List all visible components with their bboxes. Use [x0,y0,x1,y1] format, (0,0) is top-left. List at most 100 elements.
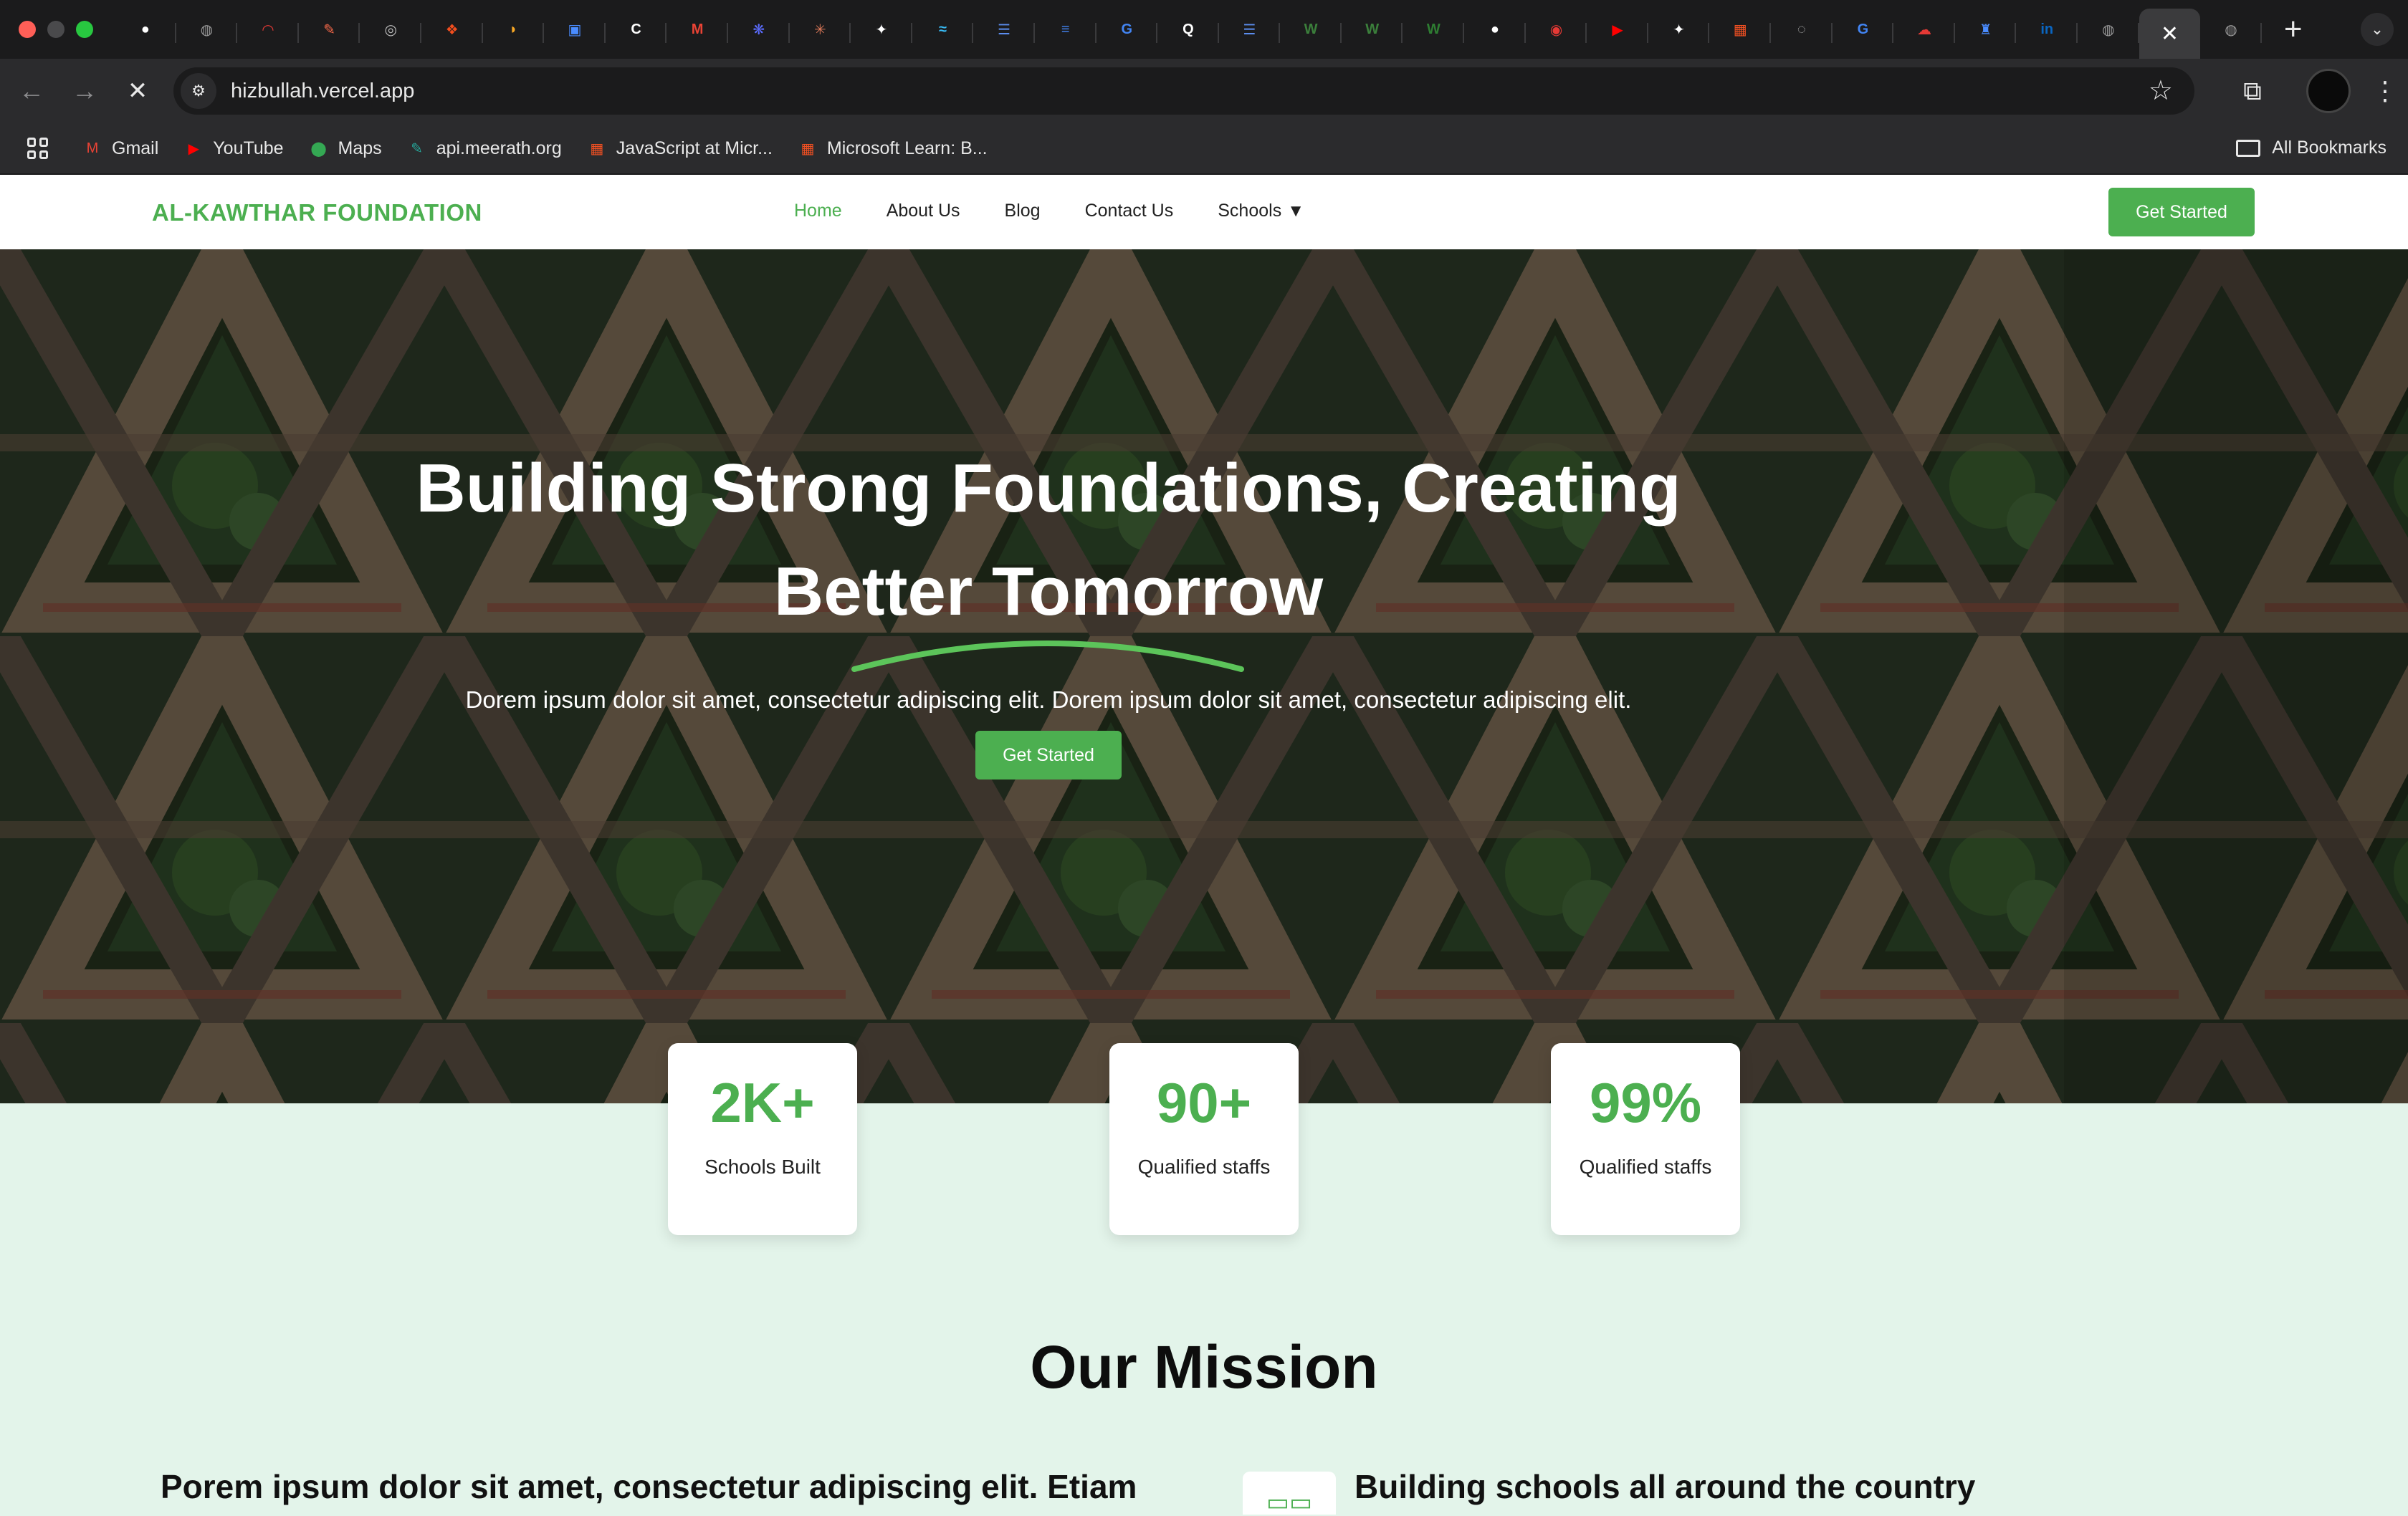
browser-tab[interactable]: ▣ [544,7,606,52]
extensions-button[interactable]: ⧉ [2235,76,2270,107]
nav-links: Home About Us Blog Contact Us Schools ▼ [794,201,1349,221]
close-icon: ✕ [127,77,148,105]
browser-tab-strip: ● ◍ ◠ ✎ ◎ ❖ ◗ ▣ C M ❋ ✳ ✦ ≈ ☰ ≡ G Q ☰ W W W ● ◉ ▶ ✦ ▦ ◌ G ☁ ♜ in ◍ ✕ ◍ + ⌄ [0,0,2408,59]
browser-tab[interactable]: ◌ [1771,7,1833,52]
browser-tab[interactable]: ◎ [360,7,421,52]
browser-tab[interactable]: ♜ [1955,7,2017,52]
app-icon-orange: ✎ [323,21,335,38]
globe-icon: ◍ [2102,21,2115,38]
nav-dropdown-schools[interactable]: Schools ▼ [1218,201,1304,221]
close-icon[interactable]: ✕ [2157,21,2182,46]
browser-tab[interactable]: ❋ [728,7,790,52]
stat-label: Qualified staffs [1579,1156,1712,1178]
tune-icon: ⚙ [191,82,206,100]
url-text[interactable]: hizbullah.vercel.app [231,80,414,103]
browser-tab[interactable]: W [1403,7,1464,52]
arrow-right-icon: → [72,76,97,105]
bookmark-label: YouTube [213,138,284,158]
browser-tab[interactable]: ● [115,7,176,52]
browser-tab[interactable]: W [1280,7,1342,52]
browser-tab[interactable]: ◉ [1526,7,1587,52]
browser-tab[interactable]: C [606,7,667,52]
bookmark-label: Microsoft Learn: B... [826,138,988,158]
address-bar[interactable]: ⚙ hizbullah.vercel.app ☆ [173,67,2194,115]
linkedin-icon: in [2040,21,2054,37]
maps-pin-icon: ⬤ [310,140,327,157]
browser-tab[interactable]: G [1833,7,1894,52]
microsoft-icon: ▦ [1733,21,1747,38]
folder-icon [2236,139,2261,157]
nav-get-started-button[interactable]: Get Started [2108,188,2255,236]
stop-loading-button[interactable]: ✕ [116,69,159,112]
bookmark-star-icon[interactable]: ☆ [2149,75,2173,107]
stat-card-staffs: 90+ Qualified staffs [1109,1043,1299,1235]
bookmark-label: Gmail [112,138,159,158]
target-icon: ◎ [384,21,397,38]
stat-value: 2K+ [710,1071,815,1134]
bookmark-item[interactable]: ▶ YouTube [183,138,284,159]
w-icon: W [1304,21,1318,37]
hero-underline-arc [851,641,1244,672]
browser-tab[interactable]: ☁ [1893,7,1955,52]
browser-tab[interactable]: ✦ [1648,7,1710,52]
browser-tab[interactable]: M [666,7,728,52]
browser-tab[interactable]: in [2016,7,2078,52]
browser-tab[interactable]: ✦ [851,7,912,52]
bookmark-item[interactable]: ✎ api.meerath.org [406,138,562,159]
arrow-left-icon: ← [19,76,44,105]
profile-avatar[interactable] [2306,69,2351,113]
q-icon: Q [1182,21,1194,37]
school-icon: ▭▭ [1243,1472,1336,1515]
browser-tab[interactable]: ☰ [973,7,1035,52]
forward-button[interactable]: → [63,69,106,112]
all-bookmarks-button[interactable]: All Bookmarks [2236,138,2386,158]
browser-tab[interactable]: ≡ [1035,7,1096,52]
minimize-window-button[interactable] [47,21,64,38]
bookmark-item[interactable]: ▦ Microsoft Learn: B... [797,138,988,159]
browser-tab[interactable]: ☰ [1219,7,1281,52]
browser-tab[interactable]: ◍ [176,7,238,52]
browser-tab[interactable]: ◍ [2200,7,2262,52]
bird-icon: ❋ [752,21,765,38]
bookmark-item[interactable]: M Gmail [82,138,159,159]
browser-tab[interactable]: ≈ [912,7,974,52]
browser-tab[interactable]: G [1096,7,1158,52]
github-icon: ● [1490,21,1499,37]
close-window-button[interactable] [19,21,36,38]
nav-link-blog[interactable]: Blog [1005,201,1041,221]
hero-get-started-button[interactable]: Get Started [975,731,1122,779]
browser-tab[interactable]: W [1342,7,1403,52]
browser-menu-button[interactable]: ⋮ [2372,76,2398,106]
mission-left-heading: Porem ipsum dolor sit amet, consectetur … [161,1468,1137,1505]
browser-tab[interactable]: ◗ [483,7,545,52]
browser-tab[interactable]: ❖ [421,7,483,52]
all-bookmarks-label: All Bookmarks [2272,138,2386,158]
nav-link-about[interactable]: About Us [887,201,960,221]
nav-link-contact[interactable]: Contact Us [1085,201,1174,221]
stat-value: 99% [1589,1071,1702,1134]
globe-icon: ◍ [200,21,214,38]
cloud-icon: ☁ [1917,21,1932,38]
site-logo[interactable]: AL-KAWTHAR FOUNDATION [152,199,482,226]
bookmark-item[interactable]: ⬤ Maps [308,138,381,159]
nav-link-home[interactable]: Home [794,201,842,221]
browser-tab[interactable]: ✕ [2139,9,2201,59]
caret-down-icon: ▼ [1287,201,1304,221]
tab-list: ● ◍ ◠ ✎ ◎ ❖ ◗ ▣ C M ❋ ✳ ✦ ≈ ☰ ≡ G Q ☰ W W W ● ◉ ▶ ✦ ▦ ◌ G ☁ ♜ in ◍ ✕ ◍ [115,0,2262,59]
browser-tab[interactable]: ▦ [1709,7,1771,52]
browser-tab[interactable]: ✳ [790,7,851,52]
maximize-window-button[interactable] [76,21,93,38]
browser-tab[interactable]: ▶ [1587,7,1648,52]
new-tab-button[interactable]: + [2272,8,2315,51]
browser-tab[interactable]: ✎ [299,7,360,52]
browser-tab[interactable]: ◠ [237,7,299,52]
back-button[interactable]: ← [10,69,53,112]
apps-grid-icon[interactable] [27,138,49,159]
microsoft-icon: ▦ [801,140,815,157]
browser-tab[interactable]: Q [1157,7,1219,52]
tab-search-menu-button[interactable]: ⌄ [2361,13,2394,46]
browser-tab[interactable]: ◍ [2078,7,2139,52]
bookmark-item[interactable]: ▦ JavaScript at Micr... [586,138,773,159]
browser-tab[interactable]: ● [1464,7,1526,52]
site-info-button[interactable]: ⚙ [181,73,216,109]
